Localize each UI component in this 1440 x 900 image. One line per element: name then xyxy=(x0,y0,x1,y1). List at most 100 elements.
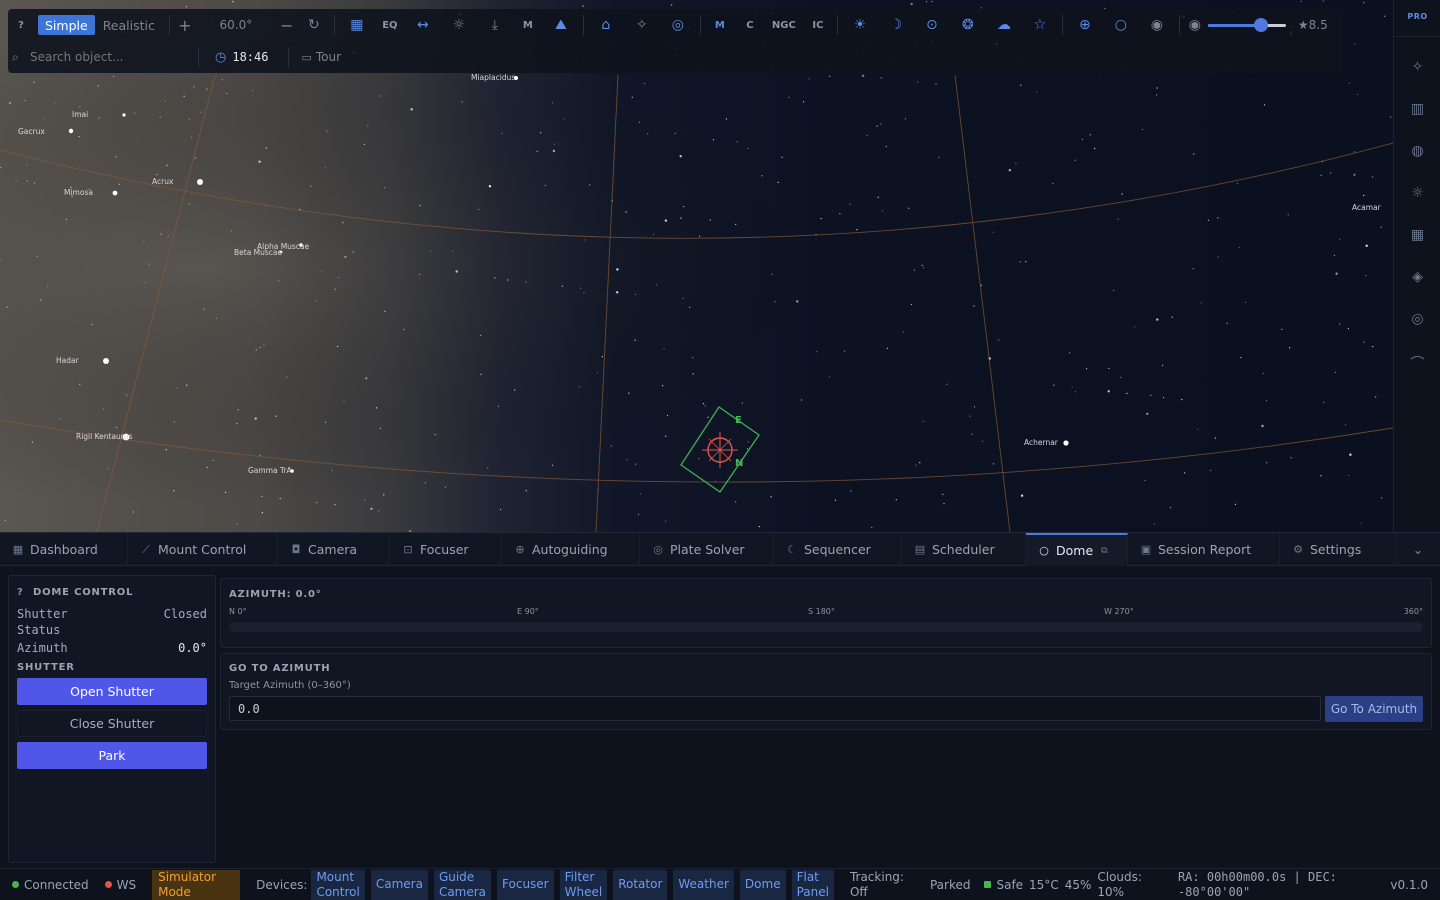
device-chip[interactable]: Weather xyxy=(673,869,734,900)
signal-icon[interactable]: ⌒ xyxy=(1394,353,1440,373)
close-shutter-button[interactable]: Close Shutter xyxy=(17,710,207,737)
search-input[interactable] xyxy=(30,47,180,67)
coordinates-readout: RA: 00h00m00.0s | DEC: -80°00'00" xyxy=(1178,870,1337,900)
sparkle-icon[interactable]: ✧ xyxy=(624,17,660,33)
sky-view[interactable]: E N Miaplacidus Imai Gacrux Acrux Mimosa… xyxy=(0,0,1393,532)
star-label-achernar[interactable]: Achernar xyxy=(1024,438,1058,447)
m-catalog-button[interactable]: M xyxy=(705,20,735,31)
help-button[interactable]: ? xyxy=(8,15,34,35)
tag-icon[interactable]: ⌂ xyxy=(588,17,624,33)
popout-icon[interactable]: ⧉ xyxy=(1101,546,1107,556)
help-button[interactable]: ? xyxy=(17,587,33,598)
sun-icon[interactable]: ☀ xyxy=(842,17,878,33)
target-icon[interactable]: ⊙ xyxy=(914,17,950,33)
messier-toggle-button[interactable]: M xyxy=(513,20,543,31)
sparkle-icon[interactable]: ✧ xyxy=(1394,59,1440,75)
layers-icon[interactable]: ◈ xyxy=(1394,269,1440,285)
device-chip[interactable]: Rotator xyxy=(613,869,668,900)
globe-icon[interactable]: ◍ xyxy=(1394,143,1440,159)
tab-sequencer[interactable]: ☾ Sequencer xyxy=(774,533,902,566)
background-star xyxy=(497,405,500,407)
star-label-beta-muscae[interactable]: Beta Muscae xyxy=(234,248,282,257)
star-label-imai[interactable]: Imai xyxy=(72,110,88,119)
eq-toggle-button[interactable]: EQ xyxy=(375,20,405,31)
circle-icon[interactable]: ○ xyxy=(1103,17,1139,33)
park-button[interactable]: Park xyxy=(17,742,207,769)
star-label-hadar[interactable]: Hadar xyxy=(56,356,79,365)
target-azimuth-input[interactable] xyxy=(229,696,1321,721)
tab-settings[interactable]: ⚙ Settings xyxy=(1280,533,1396,566)
ic-catalog-button[interactable]: IC xyxy=(803,20,833,31)
background-star xyxy=(1265,400,1268,402)
background-star xyxy=(173,421,175,423)
weather-icon[interactable]: ☼ xyxy=(1394,185,1440,201)
sky-canvas[interactable]: E N xyxy=(0,0,1393,532)
star-label-mimosa[interactable]: Mimosa xyxy=(64,188,93,197)
tab-dome[interactable]: ○ Dome ⧉ xyxy=(1026,533,1128,566)
tab-label: Mount Control xyxy=(158,542,247,557)
cloud-icon[interactable]: ☁ xyxy=(986,17,1022,33)
background-star xyxy=(926,1,928,3)
background-star xyxy=(610,445,612,447)
star-label-rigil-kentaurus[interactable]: Rigil Kentaurus xyxy=(76,432,133,441)
background-star xyxy=(1236,182,1238,184)
tab-mount-control[interactable]: ⟋ Mount Control xyxy=(128,533,278,566)
tour-button[interactable]: Tour xyxy=(316,50,341,64)
mode-simple-button[interactable]: Simple xyxy=(38,15,95,35)
version-label: v0.1.0 xyxy=(1390,877,1428,892)
open-shutter-button[interactable]: Open Shutter xyxy=(17,678,207,705)
star-label-acrux[interactable]: Acrux xyxy=(152,177,173,186)
chart-icon[interactable]: ▥ xyxy=(1394,101,1440,117)
zoom-out-icon[interactable]: − xyxy=(276,15,298,35)
device-chip[interactable]: Camera xyxy=(370,869,428,900)
mountain-icon[interactable]: ⛰ xyxy=(543,17,579,33)
orbit-icon[interactable]: ◎ xyxy=(660,17,696,33)
mode-realistic-button[interactable]: Realistic xyxy=(103,18,155,33)
magnitude-slider[interactable] xyxy=(1207,17,1286,33)
star-label-acamar[interactable]: Acamar xyxy=(1352,203,1381,212)
coords-line1: RA: 00h00m00.0s | DEC: xyxy=(1177,869,1337,884)
aperture-icon[interactable]: ❂ xyxy=(950,17,986,33)
simulator-mode-badge[interactable]: Simulator Mode xyxy=(152,869,241,900)
device-chip[interactable]: Focuser xyxy=(497,869,554,900)
background-star xyxy=(692,357,694,359)
grid-icon[interactable]: ▦ xyxy=(1394,227,1440,243)
background-star xyxy=(24,100,26,102)
divider xyxy=(198,47,199,67)
device-chip[interactable]: Flat Panel xyxy=(791,869,834,900)
reset-view-icon[interactable]: ↻ xyxy=(298,15,330,35)
time-value[interactable]: 18:46 xyxy=(232,50,268,64)
tab-session-report[interactable]: ▣ Session Report xyxy=(1128,533,1280,566)
brightness-icon[interactable]: ☼ xyxy=(441,17,477,33)
star-label-gacrux[interactable]: Gacrux xyxy=(18,127,45,136)
slider-thumb[interactable] xyxy=(1253,18,1268,32)
c-catalog-button[interactable]: C xyxy=(735,20,765,31)
tab-focuser[interactable]: ⊡ Focuser xyxy=(390,533,502,566)
ngc-catalog-button[interactable]: NGC xyxy=(765,20,803,31)
star-label-miaplacidus[interactable]: Miaplacidus xyxy=(471,73,515,82)
background-star xyxy=(1108,367,1110,369)
grid-toggle-icon[interactable]: ▦ xyxy=(339,17,375,33)
background-star xyxy=(1290,457,1292,459)
star-icon[interactable]: ☆ xyxy=(1022,17,1058,33)
tab-plate-solver[interactable]: ◎ Plate Solver xyxy=(640,533,774,566)
device-chip[interactable]: Dome xyxy=(739,869,786,900)
collapse-chevron-icon[interactable]: ⌄ xyxy=(1396,533,1440,566)
tab-dashboard[interactable]: ▦ Dashboard xyxy=(0,533,128,566)
camera-lens-icon[interactable]: ◎ xyxy=(1394,311,1440,327)
moon-icon[interactable]: ☽ xyxy=(878,17,914,33)
go-to-azimuth-button[interactable]: Go To Azimuth xyxy=(1325,696,1423,722)
horizon-arrows-icon[interactable]: ↔ xyxy=(405,17,441,33)
radar-icon[interactable]: ◉ xyxy=(1139,17,1175,33)
tab-autoguiding[interactable]: ⊕ Autoguiding xyxy=(502,533,640,566)
device-chip[interactable]: Mount Control xyxy=(311,869,365,900)
zoom-in-icon[interactable]: + xyxy=(174,15,196,35)
device-chip[interactable]: Filter Wheel xyxy=(559,869,608,900)
tab-scheduler[interactable]: ▤ Scheduler xyxy=(902,533,1026,566)
tab-label: Focuser xyxy=(420,542,469,557)
device-chip[interactable]: Guide Camera xyxy=(433,869,492,900)
tab-camera[interactable]: ◘ Camera xyxy=(278,533,390,566)
star-label-gamma-tra[interactable]: Gamma TrA xyxy=(248,466,292,475)
crosshair-icon[interactable]: ⊕ xyxy=(1067,17,1103,33)
download-icon[interactable]: ⤓ xyxy=(477,17,513,33)
